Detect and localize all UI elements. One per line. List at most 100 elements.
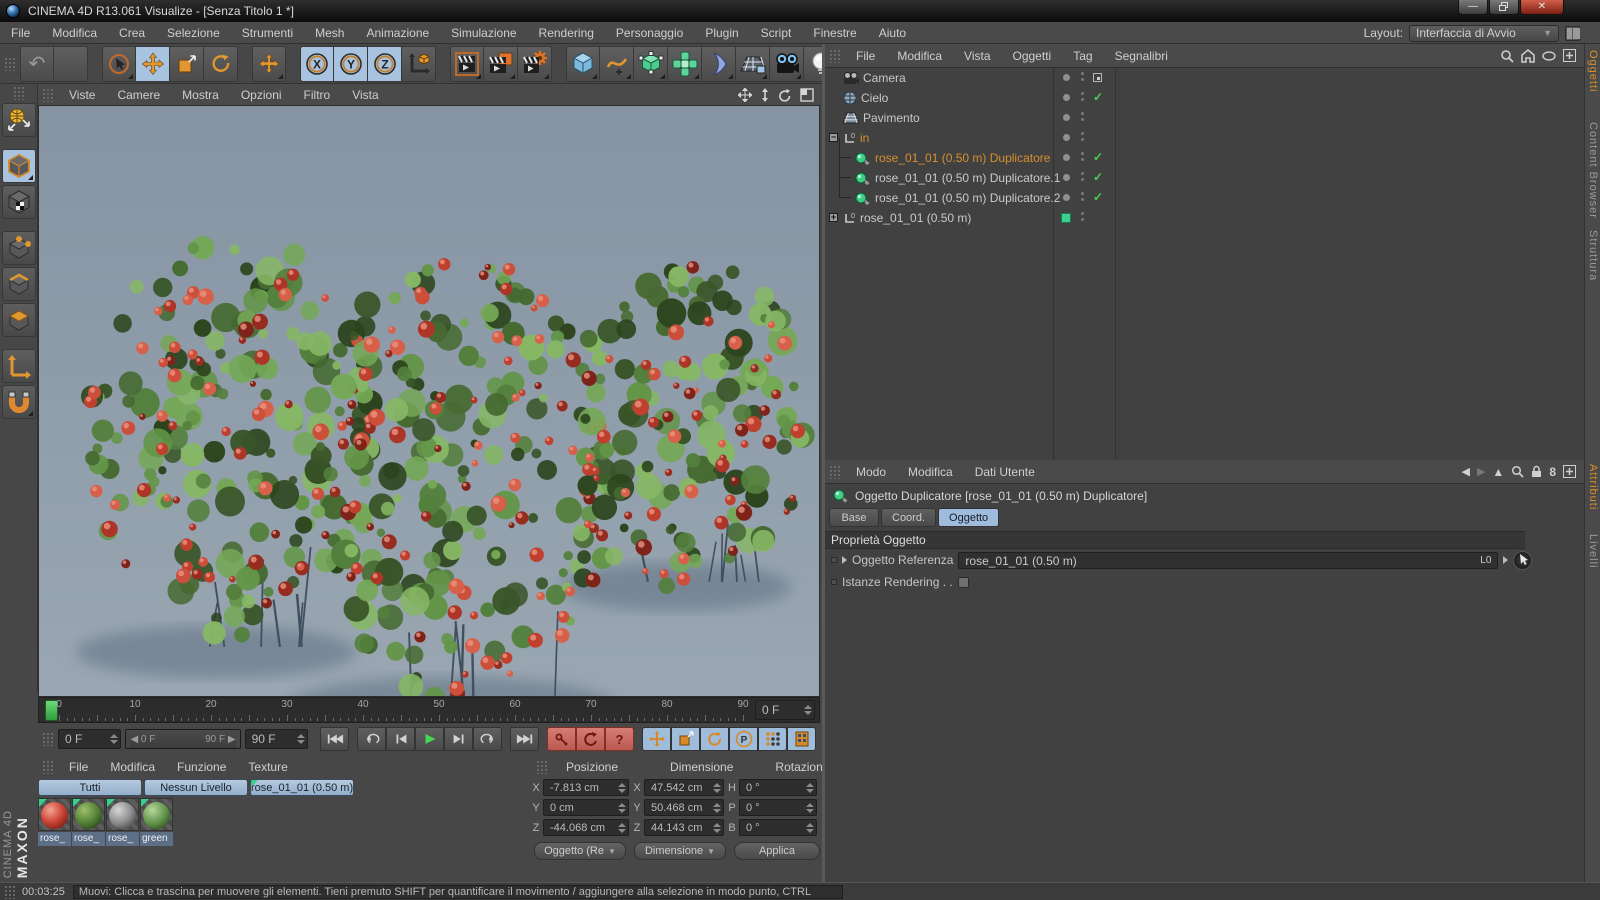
rotate-tool-button[interactable] — [204, 45, 238, 82]
menu-item-plugin[interactable]: Plugin — [694, 22, 749, 44]
key-state-box[interactable] — [831, 557, 837, 563]
end-frame-spinner[interactable]: 90 F — [244, 729, 309, 749]
editor-render-dots[interactable] — [1081, 92, 1084, 101]
timeline-track[interactable]: 0 10 20 30 40 50 60 70 80 90 — [39, 698, 751, 722]
visibility-dot[interactable] — [1063, 114, 1070, 121]
toolbar-grip[interactable] — [4, 56, 16, 71]
render-view-button[interactable] — [450, 45, 484, 82]
menu-item-simulazione[interactable]: Simulazione — [440, 22, 527, 44]
search-icon[interactable] — [1500, 49, 1514, 63]
menu-item-opzioni[interactable]: Opzioni — [230, 84, 293, 106]
material-swatch-green-mat[interactable]: green — [140, 798, 173, 846]
reference-object-input[interactable]: rose_01_01 (0.50 m) L0 — [958, 551, 1499, 569]
field-menu-icon[interactable] — [1503, 556, 1509, 564]
prev-frame-button[interactable] — [386, 727, 416, 751]
axis-y-lock-button[interactable]: Y — [334, 45, 368, 82]
render-region-button[interactable] — [484, 45, 518, 82]
enabled-check-icon[interactable]: ✓ — [1093, 190, 1103, 204]
visibility-dot[interactable] — [1063, 134, 1070, 141]
model-mode-button[interactable] — [1, 149, 36, 183]
tab-objects[interactable]: Oggetti — [1587, 50, 1599, 92]
undo-button[interactable]: ↶ — [20, 45, 54, 82]
coord-input-dimensione-y[interactable]: 50.468 cm — [644, 799, 724, 816]
lock-icon[interactable] — [1531, 465, 1542, 478]
add-camera-button[interactable] — [770, 45, 804, 82]
search-icon[interactable] — [1511, 465, 1524, 478]
record-keyframe-button[interactable] — [547, 727, 577, 751]
editor-render-dots[interactable] — [1081, 132, 1084, 141]
menu-item-file[interactable]: File — [845, 44, 886, 68]
enabled-check-icon[interactable]: ✓ — [1093, 90, 1103, 104]
menu-item-dati-utente[interactable]: Dati Utente — [964, 460, 1046, 484]
object-row-rose-01-01-0-50-m-duplicatore[interactable]: rose_01_01 (0.50 m) Duplicatore ✓ — [825, 138, 1584, 168]
goto-next-key-button[interactable] — [473, 727, 503, 751]
add-environment-button[interactable] — [702, 45, 736, 82]
key-position-button[interactable] — [642, 727, 672, 751]
tree-expander[interactable]: − — [829, 133, 838, 142]
add-panel-icon[interactable] — [1563, 465, 1576, 478]
minimize-button[interactable]: — — [1458, 0, 1488, 15]
menu-item-file[interactable]: File — [58, 756, 99, 778]
history-forward-icon[interactable]: ▶ — [1477, 465, 1485, 478]
last-tool-button[interactable] — [252, 45, 286, 82]
add-floor-button[interactable] — [736, 45, 770, 82]
next-frame-button[interactable] — [444, 727, 474, 751]
coordinate-system-button[interactable] — [402, 45, 436, 82]
add-deformer-button[interactable] — [668, 45, 702, 82]
menu-item-mesh[interactable]: Mesh — [304, 22, 355, 44]
menu-item-finestre[interactable]: Finestre — [802, 22, 867, 44]
menu-item-mostra[interactable]: Mostra — [171, 84, 230, 106]
menu-item-oggetti[interactable]: Oggetti — [1002, 44, 1063, 68]
timeline-options-button[interactable] — [787, 727, 817, 751]
tab-layers[interactable]: Livelli — [1587, 534, 1599, 569]
menu-item-modifica[interactable]: Modifica — [41, 22, 108, 44]
coord-input-posizione-x[interactable]: -7.813 cm — [543, 779, 629, 796]
object-row-pavimento[interactable]: Pavimento — [825, 108, 1584, 128]
menu-item-crea[interactable]: Crea — [108, 22, 156, 44]
coordinates-grip[interactable] — [536, 760, 548, 774]
menu-item-viste[interactable]: Viste — [58, 84, 106, 106]
visibility-dot[interactable] — [1063, 174, 1070, 181]
editor-render-dots[interactable] — [1081, 212, 1084, 221]
editor-render-dots[interactable] — [1081, 172, 1084, 181]
keying-help-button[interactable]: ? — [605, 727, 635, 751]
preview-range-slider[interactable]: ◀ 0 F 90 F ▶ — [125, 729, 241, 749]
camera-view-icon[interactable] — [1093, 73, 1102, 82]
object-row-rose-01-01-0-50-m-duplicatore-1[interactable]: rose_01_01 (0.50 m) Duplicatore.1 ✓ — [825, 158, 1584, 188]
key-scale-button[interactable] — [671, 727, 701, 751]
menu-item-animazione[interactable]: Animazione — [355, 22, 440, 44]
object-row-camera[interactable]: Camera — [825, 68, 1584, 88]
visibility-dot[interactable] — [1063, 74, 1070, 81]
menu-item-modifica[interactable]: Modifica — [99, 756, 166, 778]
texture-mode-button[interactable] — [1, 185, 36, 219]
home-icon[interactable] — [1521, 48, 1535, 63]
menu-item-selezione[interactable]: Selezione — [156, 22, 231, 44]
pan-view-icon[interactable] — [738, 87, 752, 102]
object-row-rose-01-01-0-50-m-[interactable]: +0 rose_01_01 (0.50 m) — [825, 208, 1584, 228]
editor-render-dots[interactable] — [1081, 152, 1084, 161]
rotate-view-icon[interactable] — [778, 88, 792, 102]
close-button[interactable]: ✕ — [1520, 0, 1564, 15]
viewport-grip[interactable] — [42, 87, 54, 102]
layer-color-chip[interactable] — [1061, 213, 1071, 223]
key-rotation-button[interactable] — [700, 727, 730, 751]
menu-item-script[interactable]: Script — [750, 22, 803, 44]
menu-item-camere[interactable]: Camere — [106, 84, 171, 106]
coord-input-posizione-z[interactable]: -44.068 cm — [543, 819, 629, 836]
menu-item-modo[interactable]: Modo — [845, 460, 897, 484]
key-parameter-button[interactable]: P — [729, 727, 759, 751]
zoom-view-icon[interactable] — [760, 87, 770, 102]
tab-structure[interactable]: Struttura — [1587, 230, 1599, 281]
redo-button[interactable]: ↷ — [54, 45, 88, 82]
object-row-cielo[interactable]: Cielo ✓ — [825, 88, 1584, 108]
transport-grip[interactable] — [42, 732, 54, 746]
material-swatch-rose-red[interactable]: rose_ — [38, 798, 71, 846]
attribute-tab-oggetto[interactable]: Oggetto — [938, 508, 1000, 527]
material-grip[interactable] — [42, 760, 54, 774]
menu-item-modifica[interactable]: Modifica — [886, 44, 953, 68]
material-tab-rose-01-01-0-50-m-[interactable]: rose_01_01 (0.50 m) — [250, 779, 354, 796]
point-mode-button[interactable] — [1, 231, 36, 265]
axis-mode-button[interactable] — [1, 349, 36, 383]
render-instances-checkbox[interactable] — [957, 576, 969, 588]
object-manager-grip[interactable] — [829, 48, 841, 63]
